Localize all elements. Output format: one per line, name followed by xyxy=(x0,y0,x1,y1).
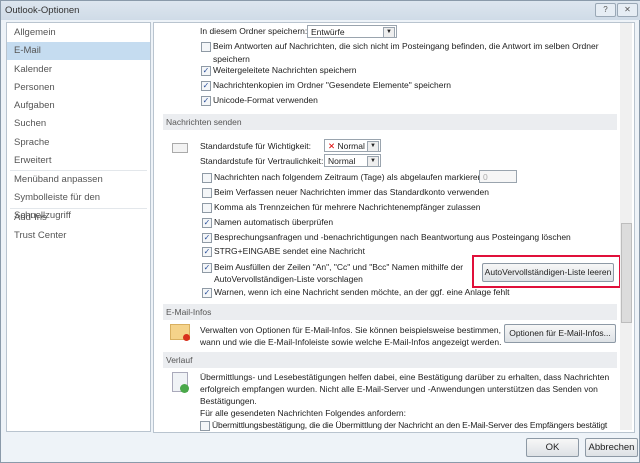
option-label: Namen automatisch überprüfen xyxy=(214,217,334,227)
clear-autocomplete-button[interactable]: AutoVervollständigen-Liste leeren xyxy=(482,263,614,282)
tracking-text: Bestätigungen. xyxy=(200,396,257,406)
folder-label: In diesem Ordner speichern: xyxy=(200,26,308,36)
mailtips-text: wann und wie die E-Mail-Infoleiste sowie… xyxy=(200,337,502,347)
checkbox-check-names[interactable]: ✓ xyxy=(202,218,212,228)
envelope-icon xyxy=(172,143,188,153)
sensitivity-label: Standardstufe für Vertraulichkeit: xyxy=(200,156,324,166)
checkbox-delete-meeting-requests[interactable]: ✓ xyxy=(202,233,212,243)
section-header-tracking: Verlauf xyxy=(163,352,617,368)
checkmark-icon xyxy=(180,384,189,393)
option-label: Beim Antworten auf Nachrichten, die sich… xyxy=(213,41,599,51)
sidebar-item-addins[interactable]: Add-Ins xyxy=(7,209,150,227)
checkbox-expire[interactable] xyxy=(202,173,212,183)
expire-days-spinner[interactable]: 0 xyxy=(479,170,517,183)
sensitivity-value: Normal xyxy=(328,156,356,166)
option-label: AutoVervollständigen-Liste vorschlagen xyxy=(214,274,363,284)
outlook-options-dialog: Outlook-Optionen ? ✕ Allgemein E-Mail Ka… xyxy=(0,0,640,463)
sidebar-item-email[interactable]: E-Mail xyxy=(7,42,150,60)
sidebar-item-sprache[interactable]: Sprache xyxy=(7,134,150,152)
sidebar-item-personen[interactable]: Personen xyxy=(7,79,150,97)
checkbox-delivery-receipt[interactable] xyxy=(200,421,210,431)
checkbox-autocomplete[interactable]: ✓ xyxy=(202,263,212,273)
sidebar-item-allgemein[interactable]: Allgemein xyxy=(7,24,150,42)
expire-value: 0 xyxy=(483,172,488,182)
option-label: STRG+EINGABE sendet eine Nachricht xyxy=(214,246,365,256)
sidebar-item-menueband[interactable]: Menüband anpassen xyxy=(7,171,150,189)
option-label: Komma als Trennzeichen für mehrere Nachr… xyxy=(214,202,481,212)
info-badge-icon xyxy=(183,334,190,341)
sidebar-item-suchen[interactable]: Suchen xyxy=(7,115,150,133)
sidebar: Allgemein E-Mail Kalender Personen Aufga… xyxy=(6,22,151,432)
option-label: Unicode-Format verwenden xyxy=(213,95,318,105)
checkbox-save-forwarded[interactable]: ✓ xyxy=(201,66,211,76)
tracking-text: erfolgreich empfangen wurden. Nicht alle… xyxy=(200,384,598,394)
sidebar-item-kalender[interactable]: Kalender xyxy=(7,61,150,79)
importance-value: Normal xyxy=(337,141,365,151)
mailtips-text: Verwalten von Optionen für E-Mail-Infos.… xyxy=(200,325,501,335)
sensitivity-select[interactable]: Normal ▼ xyxy=(324,154,381,167)
ok-button[interactable]: OK xyxy=(526,438,579,457)
scrollbar-thumb[interactable] xyxy=(621,223,632,323)
mailtips-options-button[interactable]: Optionen für E-Mail-Infos... xyxy=(504,324,616,343)
option-label: Nachrichtenkopien im Ordner "Gesendete E… xyxy=(213,80,452,90)
importance-select[interactable]: ✕ Normal ▼ xyxy=(324,139,381,152)
option-label: Beim Verfassen neuer Nachrichten immer d… xyxy=(214,187,489,197)
tracking-text: Übermittlungs- und Lesebestätigungen hel… xyxy=(200,372,610,382)
checkbox-default-account[interactable] xyxy=(202,188,212,198)
scrollbar[interactable] xyxy=(620,23,632,430)
option-label: Warnen, wenn ich eine Nachricht senden m… xyxy=(214,287,510,297)
close-button[interactable]: ✕ xyxy=(617,3,638,17)
option-label: speichern xyxy=(213,54,250,64)
importance-label: Standardstufe für Wichtigkeit: xyxy=(200,141,312,151)
option-label: Übermittlungsbestätigung, die die Übermi… xyxy=(212,420,608,430)
checkbox-attachment-warning[interactable]: ✓ xyxy=(202,288,212,298)
option-label: Nachrichten nach folgendem Zeitraum (Tag… xyxy=(214,172,485,182)
checkbox-reply-same-folder[interactable] xyxy=(201,42,211,52)
section-header-send: Nachrichten senden xyxy=(163,114,617,130)
option-label: Beim Ausfüllen der Zeilen "An", "Cc" und… xyxy=(214,262,464,272)
settings-pane: In diesem Ordner speichern: Entwürfe ▼ Be… xyxy=(153,22,635,433)
chevron-down-icon: ▼ xyxy=(383,27,395,38)
sidebar-item-aufgaben[interactable]: Aufgaben xyxy=(7,97,150,115)
help-button[interactable]: ? xyxy=(595,3,616,17)
sidebar-item-schnellzugriff[interactable]: Symbolleiste für den Schnellzugriff xyxy=(7,189,150,221)
checkbox-comma-separator[interactable] xyxy=(202,203,212,213)
cancel-button[interactable]: Abbrechen xyxy=(585,438,638,457)
chevron-down-icon: ▼ xyxy=(367,141,379,152)
option-label: Besprechungsanfragen und -benachrichtigu… xyxy=(214,232,571,242)
checkbox-ctrl-enter[interactable]: ✓ xyxy=(202,247,212,257)
checkbox-save-sent-copies[interactable]: ✓ xyxy=(201,81,211,91)
window-title: Outlook-Optionen xyxy=(5,5,80,16)
folder-select[interactable]: Entwürfe ▼ xyxy=(307,25,397,38)
sidebar-item-erweitert[interactable]: Erweitert xyxy=(7,152,150,170)
section-header-mailtips: E-Mail-Infos xyxy=(163,304,617,320)
tracking-request-label: Für alle gesendeten Nachrichten Folgende… xyxy=(200,408,407,418)
checkbox-unicode[interactable]: ✓ xyxy=(201,96,211,106)
folder-value: Entwürfe xyxy=(311,27,345,37)
chevron-down-icon: ▼ xyxy=(367,156,379,167)
sidebar-item-trust-center[interactable]: Trust Center xyxy=(7,227,150,245)
option-label: Weitergeleitete Nachrichten speichern xyxy=(213,65,357,75)
title-bar: Outlook-Optionen ? ✕ xyxy=(1,1,640,20)
